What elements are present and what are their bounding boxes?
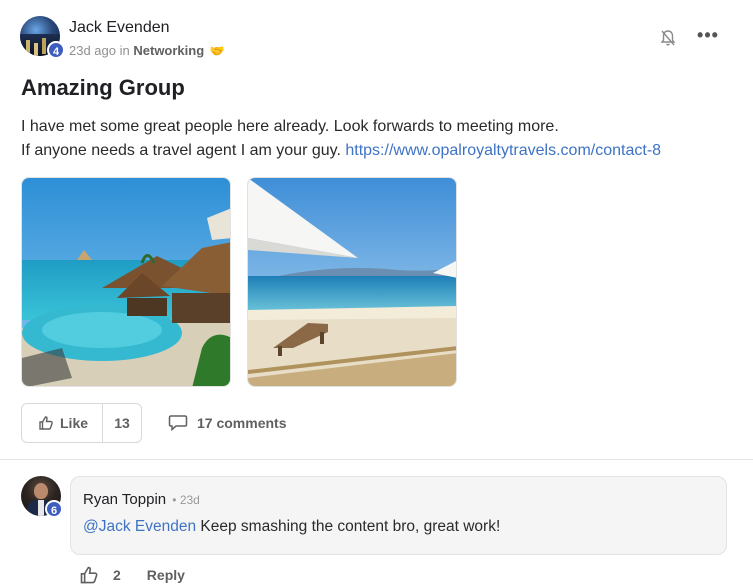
post-body-line1: I have met some great people here alread… <box>21 118 559 135</box>
post-image-resort[interactable] <box>21 177 231 387</box>
comments-label: 17 comments <box>197 415 287 431</box>
post-link[interactable]: https://www.opalroyaltytravels.com/conta… <box>345 142 661 159</box>
like-count[interactable]: 13 <box>103 404 141 442</box>
comment-mention[interactable]: @Jack Evenden <box>83 518 196 535</box>
comment-body: Keep smashing the content bro, great wor… <box>200 518 501 535</box>
comment-time: • 23d <box>172 493 200 507</box>
post-body-line2-text: If anyone needs a travel agent I am your… <box>21 142 341 159</box>
post-image-beach[interactable] <box>247 177 457 387</box>
comment-thumbs-up-icon[interactable] <box>79 565 99 585</box>
author-level-badge: 4 <box>47 41 65 59</box>
post-header: 4 Jack Evenden 23d ago in Networking 🤝 •… <box>20 16 733 60</box>
handshake-icon: 🤝 <box>209 44 225 58</box>
comment-text: @Jack Evenden Keep smashing the content … <box>83 518 500 536</box>
comments-button[interactable]: 17 comments <box>168 403 286 443</box>
comment-icon <box>168 415 188 432</box>
comment-author-line: Ryan Toppin • 23d <box>83 491 200 508</box>
bell-off-icon[interactable] <box>658 28 678 48</box>
post-body: I have met some great people here alread… <box>21 115 721 163</box>
commenter-level-badge: 6 <box>45 500 63 518</box>
author-name[interactable]: Jack Evenden <box>69 19 170 37</box>
comment-bubble: Ryan Toppin • 23d @Jack Evenden Keep sma… <box>70 476 727 555</box>
comment-author[interactable]: Ryan Toppin <box>83 491 166 508</box>
like-button[interactable]: Like <box>22 404 103 442</box>
reply-button[interactable]: Reply <box>147 567 185 583</box>
like-group: Like 13 <box>21 403 142 443</box>
post-category[interactable]: Networking <box>133 43 204 58</box>
post-body-line2: If anyone needs a travel agent I am your… <box>21 139 721 163</box>
post-title: Amazing Group <box>21 75 185 100</box>
in-label: in <box>119 43 130 58</box>
comment-like-count[interactable]: 2 <box>113 567 121 583</box>
comment-actions: 2 Reply <box>79 564 185 586</box>
like-label: Like <box>60 415 89 431</box>
more-options-icon[interactable]: ••• <box>696 26 720 48</box>
thumbs-up-icon <box>39 416 53 430</box>
post-time: 23d ago <box>69 43 116 58</box>
divider <box>0 459 753 460</box>
post-meta: 23d ago in Networking 🤝 <box>69 43 225 58</box>
